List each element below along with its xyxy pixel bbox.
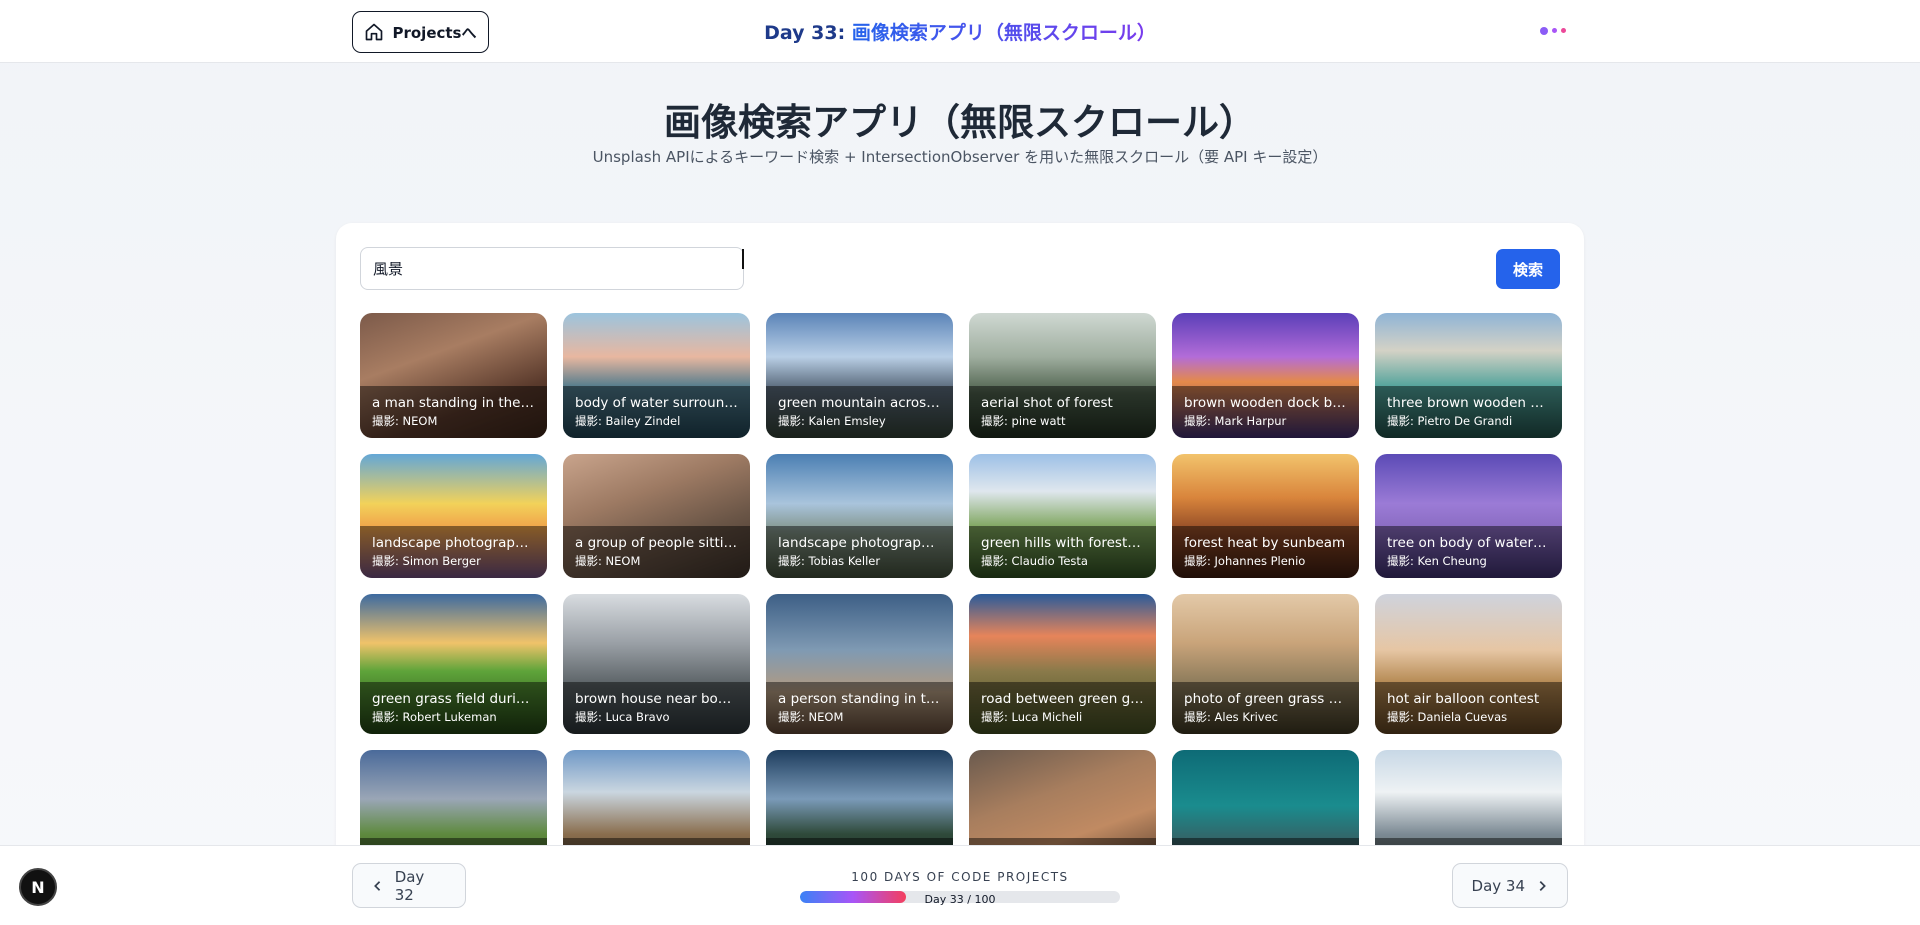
image-author: 撮影: Luca Micheli [981,710,1083,724]
image-title: a person standing in the... [778,691,941,707]
image-author: 撮影: Johannes Plenio [1184,554,1306,568]
search-button[interactable]: 検索 [1496,249,1560,289]
image-author: 撮影: Ken Cheung [1387,554,1487,568]
image-tile[interactable]: aerial shot of forest 撮影: pine watt [969,313,1156,438]
image-caption: landscape photography ... 撮影: Simon Berge… [360,526,547,578]
image-title: tree on body of water n... [1387,535,1550,551]
page-title: 画像検索アプリ（無限スクロール） [664,101,1256,144]
image-tile[interactable]: green mountain across ... 撮影: Kalen Emsle… [766,313,953,438]
dot-3 [1561,28,1566,33]
image-caption: three brown wooden bo... 撮影: Pietro De Gr… [1375,386,1562,438]
image-title: a group of people sittin... [575,535,738,551]
nextjs-badge[interactable]: N [19,868,57,906]
image-tile[interactable]: photo of green grass fiel... 撮影: Ales Kri… [1172,594,1359,734]
image-title: aerial shot of forest [981,395,1113,411]
image-title: landscape photography ... [372,535,535,551]
image-author: 撮影: Daniela Cuevas [1387,710,1508,724]
image-title: green mountain across ... [778,395,941,411]
image-tile[interactable]: a group of people sittin... 撮影: NEOM [563,454,750,578]
image-author: 撮影: Simon Berger [372,554,481,568]
image-tile[interactable]: body of water surround... 撮影: Bailey Zind… [563,313,750,438]
image-author: 撮影: Claudio Testa [981,554,1088,568]
image-author: 撮影: NEOM [575,554,641,568]
image-tile[interactable]: green hills with forest u... 撮影: Claudio … [969,454,1156,578]
image-title: green grass field during ... [372,691,535,707]
image-grid: a man standing in the m... 撮影: NEOM body o… [360,313,1562,890]
image-caption: a group of people sittin... 撮影: NEOM [563,526,750,578]
image-tile[interactable]: tree on body of water n... 撮影: Ken Cheung [1375,454,1562,578]
image-tile[interactable]: hot air balloon contest 撮影: Daniela Cueva… [1375,594,1562,734]
image-caption: green mountain across ... 撮影: Kalen Emsle… [766,386,953,438]
image-title: photo of green grass fiel... [1184,691,1347,707]
more-menu-dots-icon[interactable] [1540,27,1566,35]
image-caption: green grass field during ... 撮影: Robert L… [360,682,547,734]
footer-bar [0,845,1920,925]
image-title: brown wooden dock bet... [1184,395,1347,411]
image-caption: brown house near body ... 撮影: Luca Bravo [563,682,750,734]
image-caption: a person standing in the... 撮影: NEOM [766,682,953,734]
image-tile[interactable]: landscape photography ... 撮影: Simon Berge… [360,454,547,578]
dot-2 [1552,28,1557,33]
chevron-right-icon [1539,880,1546,891]
search-input[interactable] [360,247,744,290]
image-caption: body of water surround... 撮影: Bailey Zind… [563,386,750,438]
image-caption: photo of green grass fiel... 撮影: Ales Kri… [1172,682,1359,734]
image-title: a man standing in the m... [372,395,535,411]
image-title: green hills with forest u... [981,535,1144,551]
image-author: 撮影: pine watt [981,414,1066,428]
image-caption: a man standing in the m... 撮影: NEOM [360,386,547,438]
image-tile[interactable]: a person standing in the... 撮影: NEOM [766,594,953,734]
image-author: 撮影: Bailey Zindel [575,414,681,428]
image-caption: landscape photography ... 撮影: Tobias Kell… [766,526,953,578]
image-tile[interactable]: forest heat by sunbeam 撮影: Johannes Pleni… [1172,454,1359,578]
image-title: road between green gra... [981,691,1144,707]
image-title: forest heat by sunbeam [1184,535,1346,551]
image-tile[interactable]: landscape photography ... 撮影: Tobias Kell… [766,454,953,578]
next-day-label: Day 34 [1471,876,1525,895]
image-caption: road between green gra... 撮影: Luca Michel… [969,682,1156,734]
image-caption: brown wooden dock bet... 撮影: Mark Harpur [1172,386,1359,438]
dot-1 [1540,27,1548,35]
text-caret [742,249,744,269]
image-tile[interactable]: green grass field during ... 撮影: Robert L… [360,594,547,734]
image-author: 撮影: NEOM [778,710,844,724]
image-author: 撮影: Tobias Keller [778,554,881,568]
image-author: 撮影: NEOM [372,414,438,428]
image-author: 撮影: Pietro De Grandi [1387,414,1513,428]
header-day: Day 33: [764,22,852,44]
image-author: 撮影: Robert Lukeman [372,710,497,724]
next-day-button[interactable]: Day 34 [1452,863,1568,908]
progress-label: Day 33 / 100 [924,893,996,906]
image-author: 撮影: Luca Bravo [575,710,670,724]
image-caption: green hills with forest u... 撮影: Claudio … [969,526,1156,578]
header-title: Day 33: 画像検索アプリ（無限スクロール） [0,18,1920,45]
image-title: brown house near body ... [575,691,738,707]
image-title: landscape photography ... [778,535,941,551]
image-caption: hot air balloon contest 撮影: Daniela Cueva… [1375,682,1562,734]
page-subtitle: Unsplash APIによるキーワード検索 + IntersectionObs… [592,148,1328,166]
image-tile[interactable]: road between green gra... 撮影: Luca Michel… [969,594,1156,734]
image-tile[interactable]: brown house near body ... 撮影: Luca Bravo [563,594,750,734]
image-tile[interactable]: a man standing in the m... 撮影: NEOM [360,313,547,438]
image-title: three brown wooden bo... [1387,395,1550,411]
image-tile[interactable]: three brown wooden bo... 撮影: Pietro De Gr… [1375,313,1562,438]
image-tile[interactable]: brown wooden dock bet... 撮影: Mark Harpur [1172,313,1359,438]
image-caption: forest heat by sunbeam 撮影: Johannes Pleni… [1172,526,1359,578]
image-title: body of water surround... [575,395,738,411]
image-caption: aerial shot of forest 撮影: pine watt [969,386,1156,438]
series-title: 100 DAYS OF CODE PROJECTS [851,870,1069,884]
image-author: 撮影: Ales Krivec [1184,710,1278,724]
header-app-name: 画像検索アプリ（無限スクロール） [851,22,1156,44]
image-author: 撮影: Kalen Emsley [778,414,886,428]
image-author: 撮影: Mark Harpur [1184,414,1287,428]
image-title: hot air balloon contest [1387,691,1540,707]
image-caption: tree on body of water n... 撮影: Ken Cheung [1375,526,1562,578]
